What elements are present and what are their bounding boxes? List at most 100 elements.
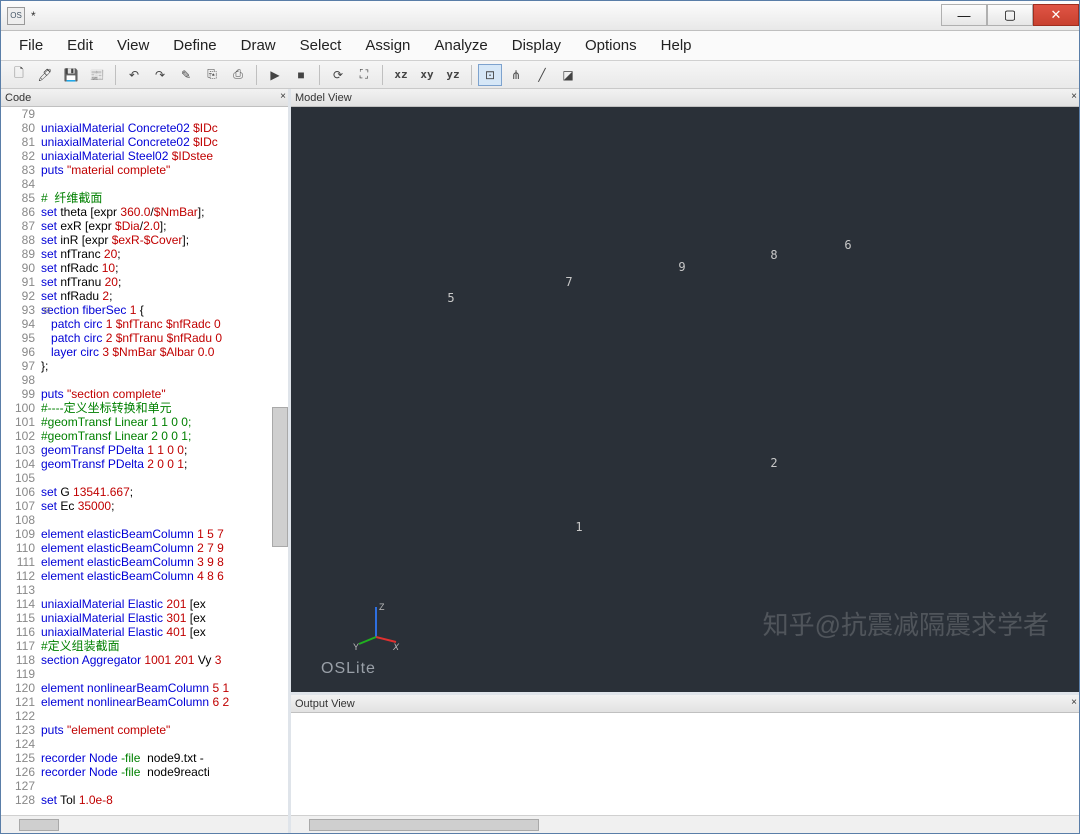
menu-draw[interactable]: Draw	[229, 33, 288, 58]
code-line[interactable]: 124	[1, 737, 288, 751]
horizontal-scrollbar[interactable]	[1, 815, 288, 833]
code-line[interactable]: 82uniaxialMaterial Steel02 $IDstee	[1, 149, 288, 163]
code-line[interactable]: 115uniaxialMaterial Elastic 301 [ex	[1, 611, 288, 625]
code-line[interactable]: 117#定义组装截面	[1, 639, 288, 653]
close-icon[interactable]: ×	[1071, 91, 1077, 102]
code-line[interactable]: 108	[1, 513, 288, 527]
view-yz-button[interactable]: yz	[441, 64, 465, 86]
code-line[interactable]: 128set Tol 1.0e-8	[1, 793, 288, 807]
code-text: set nfRadu 2;	[41, 289, 288, 303]
code-line[interactable]: 89set nfTranc 20;	[1, 247, 288, 261]
menu-options[interactable]: Options	[573, 33, 649, 58]
stop-icon[interactable]: ■	[289, 64, 313, 86]
app-icon: OS	[7, 7, 25, 25]
model-view[interactable]: 5798612 Z X Y OSLite 知乎@抗震减隔震求学者	[291, 107, 1079, 695]
menu-file[interactable]: File	[7, 33, 55, 58]
scrollbar-thumb[interactable]	[309, 819, 539, 831]
code-line[interactable]: 105	[1, 471, 288, 485]
menu-select[interactable]: Select	[288, 33, 354, 58]
paste-icon[interactable]: ⎙	[226, 64, 250, 86]
view-xy-button[interactable]: xy	[415, 64, 439, 86]
code-line[interactable]: 104geomTransf PDelta 2 0 0 1;	[1, 457, 288, 471]
code-line[interactable]: 123puts "element complete"	[1, 723, 288, 737]
save-icon[interactable]: 💾	[59, 64, 83, 86]
code-line[interactable]: 85# 纤维截面	[1, 191, 288, 205]
code-line[interactable]: 100#----定义坐标转换和单元	[1, 401, 288, 415]
saveas-icon[interactable]: 📰	[85, 64, 109, 86]
code-line[interactable]: 84	[1, 177, 288, 191]
code-line[interactable]: 103geomTransf PDelta 1 1 0 0;	[1, 443, 288, 457]
code-line[interactable]: 125recorder Node -file node9.txt -	[1, 751, 288, 765]
code-line[interactable]: 111element elasticBeamColumn 3 9 8	[1, 555, 288, 569]
code-line[interactable]: 120element nonlinearBeamColumn 5 1	[1, 681, 288, 695]
code-editor[interactable]: 7980uniaxialMaterial Concrete02 $IDc81un…	[1, 107, 288, 815]
code-line[interactable]: 126recorder Node -file node9reacti	[1, 765, 288, 779]
menu-define[interactable]: Define	[161, 33, 228, 58]
code-panel: Code × 7980uniaxialMaterial Concrete02 $…	[1, 89, 291, 833]
code-line[interactable]: 87set exR [expr $Dia/2.0];	[1, 219, 288, 233]
code-line[interactable]: 90set nfRadc 10;	[1, 261, 288, 275]
scrollbar-thumb[interactable]	[19, 819, 59, 831]
undo-icon[interactable]: ↶	[122, 64, 146, 86]
code-line[interactable]: 122	[1, 709, 288, 723]
code-line[interactable]: 98	[1, 373, 288, 387]
output-body[interactable]	[291, 713, 1079, 815]
menu-assign[interactable]: Assign	[353, 33, 422, 58]
line-number: 113	[1, 583, 41, 597]
code-line[interactable]: 106set G 13541.667;	[1, 485, 288, 499]
code-line[interactable]: 92set nfRadu 2;	[1, 289, 288, 303]
code-line[interactable]: 88set inR [expr $exR-$Cover];	[1, 233, 288, 247]
run-icon[interactable]: ▶	[263, 64, 287, 86]
code-line[interactable]: 79	[1, 107, 288, 121]
code-line[interactable]: 118section Aggregator 1001 201 Vy 3	[1, 653, 288, 667]
code-text: #geomTransf Linear 1 1 0 0;	[41, 415, 288, 429]
code-line[interactable]: 83puts "material complete"	[1, 163, 288, 177]
vertical-scrollbar[interactable]	[272, 407, 288, 547]
code-line[interactable]: 107set Ec 35000;	[1, 499, 288, 513]
menu-display[interactable]: Display	[500, 33, 573, 58]
code-line[interactable]: 127	[1, 779, 288, 793]
erase-icon[interactable]: ✎	[174, 64, 198, 86]
code-line[interactable]: 97};	[1, 359, 288, 373]
code-line[interactable]: 119	[1, 667, 288, 681]
refresh-icon[interactable]: ⟳	[326, 64, 350, 86]
redo-icon[interactable]: ↷	[148, 64, 172, 86]
code-line[interactable]: 121element nonlinearBeamColumn 6 2	[1, 695, 288, 709]
code-line[interactable]: 110element elasticBeamColumn 2 7 9	[1, 541, 288, 555]
view-xz-button[interactable]: xz	[389, 64, 413, 86]
maximize-button[interactable]: ▢	[987, 4, 1033, 26]
menu-analyze[interactable]: Analyze	[422, 33, 499, 58]
menu-help[interactable]: Help	[649, 33, 704, 58]
code-line[interactable]: 94 patch circ 1 $nfTranc $nfRadc 0	[1, 317, 288, 331]
close-icon[interactable]: ×	[1071, 697, 1077, 708]
code-line[interactable]: 96 layer circ 3 $NmBar $Albar 0.0	[1, 345, 288, 359]
fit-icon[interactable]: ⛶	[352, 64, 376, 86]
code-line[interactable]: 116uniaxialMaterial Elastic 401 [ex	[1, 625, 288, 639]
code-line[interactable]: ⊟93section fiberSec 1 {	[1, 303, 288, 317]
code-line[interactable]: 99puts "section complete"	[1, 387, 288, 401]
extrude-mode-icon[interactable]: ◪	[556, 64, 580, 86]
horizontal-scrollbar[interactable]	[291, 815, 1079, 833]
menu-edit[interactable]: Edit	[55, 33, 105, 58]
node-mode-icon[interactable]: ⊡	[478, 64, 502, 86]
code-line[interactable]: 86set theta [expr 360.0/$NmBar];	[1, 205, 288, 219]
open-icon[interactable]: 🖊	[33, 64, 57, 86]
code-line[interactable]: 112element elasticBeamColumn 4 8 6	[1, 569, 288, 583]
close-icon[interactable]: ×	[280, 91, 286, 102]
new-icon[interactable]: 🗋	[7, 64, 31, 86]
code-line[interactable]: 113	[1, 583, 288, 597]
close-button[interactable]: ✕	[1033, 4, 1079, 26]
menu-view[interactable]: View	[105, 33, 161, 58]
code-line[interactable]: 102#geomTransf Linear 2 0 0 1;	[1, 429, 288, 443]
code-line[interactable]: 95 patch circ 2 $nfTranu $nfRadu 0	[1, 331, 288, 345]
code-line[interactable]: 80uniaxialMaterial Concrete02 $IDc	[1, 121, 288, 135]
code-line[interactable]: 91set nfTranu 20;	[1, 275, 288, 289]
copy-icon[interactable]: ⎘	[200, 64, 224, 86]
frame-mode-icon[interactable]: ⋔	[504, 64, 528, 86]
code-line[interactable]: 101#geomTransf Linear 1 1 0 0;	[1, 415, 288, 429]
line-mode-icon[interactable]: ╱	[530, 64, 554, 86]
code-line[interactable]: 109element elasticBeamColumn 1 5 7	[1, 527, 288, 541]
code-line[interactable]: 81uniaxialMaterial Concrete02 $IDc	[1, 135, 288, 149]
minimize-button[interactable]: —	[941, 4, 987, 26]
code-line[interactable]: 114uniaxialMaterial Elastic 201 [ex	[1, 597, 288, 611]
